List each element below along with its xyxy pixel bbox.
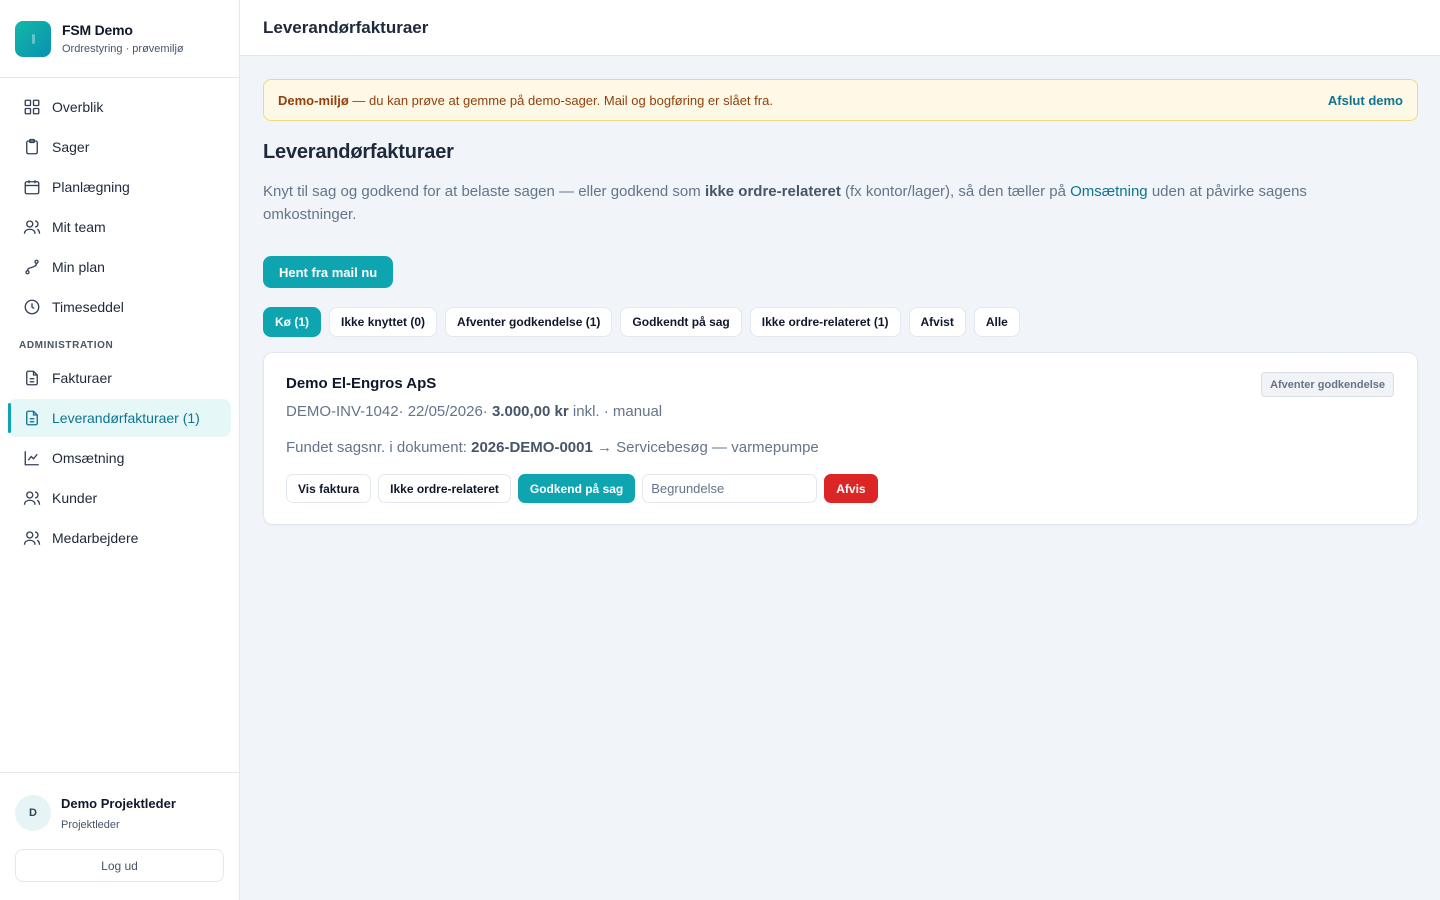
route-icon	[22, 257, 42, 277]
users-icon	[22, 217, 42, 237]
sidebar-item-label: Medarbejdere	[52, 530, 139, 546]
invoice-number: DEMO-INV-1042	[286, 403, 399, 420]
sidebar-item-label: Sager	[52, 139, 90, 155]
tab-all[interactable]: Alle	[973, 307, 1020, 337]
clipboard-icon	[22, 137, 42, 157]
page-title: Leverandørfakturaer	[263, 141, 454, 163]
tab-queue[interactable]: Kø (1)	[263, 307, 321, 337]
sidebar-item-leverandorfakturaer[interactable]: Leverandørfakturaer (1)	[8, 399, 231, 437]
tab-not-linked[interactable]: Ikke knyttet (0)	[329, 307, 438, 337]
invoice-actions: Vis faktura Ikke ordre-relateret Godkend…	[286, 474, 1395, 503]
omsaetning-link[interactable]: Omsætning	[1070, 183, 1148, 200]
file-text-icon	[22, 408, 42, 428]
tab-awaiting-approval[interactable]: Afventer godkendelse (1)	[445, 307, 613, 337]
demo-banner: Demo-miljø — du kan prøve at gemme på de…	[263, 79, 1418, 121]
logo-icon	[15, 20, 51, 57]
sidebar-item-overblik[interactable]: Overblik	[8, 88, 231, 126]
vendor-name: Demo El-Engros ApS	[286, 375, 437, 392]
invoice-amount: 3.000,00 kr	[491, 403, 569, 420]
sidebar-nav: Overblik Sager Planlægning Mit team Min …	[0, 78, 239, 557]
header-title: Leverandørfakturaer	[263, 17, 429, 37]
found-label: Fundet sagsnr. i dokument:	[286, 439, 472, 456]
sidebar-item-label: Leverandørfakturaer (1)	[52, 410, 200, 426]
user-name: Demo Projektleder	[61, 795, 176, 811]
tab-rejected[interactable]: Afvist	[908, 307, 966, 337]
banner-message: — du kan prøve at gemme på demo-sager. M…	[348, 92, 773, 108]
banner-text: Demo-miljø — du kan prøve at gemme på de…	[278, 93, 773, 108]
case-number: 2026-DEMO-0001	[471, 439, 593, 456]
user-role: Projektleder	[61, 818, 120, 831]
user-profile: D Demo Projektleder Projektleder	[15, 795, 224, 831]
sidebar: FSM Demo Ordrestyring · prøvemiljø Overb…	[0, 0, 240, 900]
sidebar-item-mit-team[interactable]: Mit team	[8, 208, 231, 246]
sidebar-item-sager[interactable]: Sager	[8, 128, 231, 166]
desc-bold: ikke ordre-relateret	[704, 183, 841, 200]
admin-heading: ADMINISTRATION	[19, 340, 114, 351]
sidebar-item-kunder[interactable]: Kunder	[8, 479, 231, 517]
end-demo-link[interactable]: Afslut demo	[1328, 93, 1403, 108]
invoice-meta: DEMO-INV-1042· 22/05/2026· 3.000,00 kr i…	[286, 403, 663, 420]
fetch-from-mail-button[interactable]: Hent fra mail nu	[263, 256, 394, 288]
approve-on-case-button[interactable]: Godkend på sag	[517, 474, 636, 503]
logout-button[interactable]: Log ud	[15, 849, 224, 882]
reason-input[interactable]	[642, 474, 818, 503]
invoice-amount-suffix: inkl.	[572, 403, 600, 420]
invoice-card: Demo El-Engros ApS Afventer godkendelse …	[263, 352, 1418, 525]
status-badge: Afventer godkendelse	[1261, 372, 1394, 397]
calendar-icon	[22, 177, 42, 197]
banner-strong: Demo-miljø	[278, 92, 349, 108]
filter-tabs: Kø (1) Ikke knyttet (0) Afventer godkend…	[263, 307, 1418, 337]
sidebar-item-fakturaer[interactable]: Fakturaer	[8, 359, 231, 397]
invoice-source: manual	[612, 403, 663, 420]
page-description: Knyt til sag og godkend for at belaste s…	[263, 180, 1393, 226]
desc-part-2: (fx kontor/lager), så den tæller på	[840, 183, 1071, 200]
sidebar-item-label: Planlægning	[52, 179, 130, 195]
sidebar-item-timeseddel[interactable]: Timeseddel	[8, 288, 231, 326]
sidebar-item-label: Min plan	[52, 259, 105, 275]
clock-icon	[22, 297, 42, 317]
sidebar-item-label: Overblik	[52, 99, 104, 115]
sidebar-item-label: Omsætning	[52, 450, 125, 466]
tab-not-order-related[interactable]: Ikke ordre-relateret (1)	[749, 307, 901, 337]
file-icon	[22, 368, 42, 388]
sidebar-item-planlaegning[interactable]: Planlægning	[8, 168, 231, 206]
reject-button[interactable]: Afvis	[824, 474, 878, 503]
users-icon	[22, 528, 42, 548]
grid-icon	[22, 97, 42, 117]
found-case: Fundet sagsnr. i dokument: 2026-DEMO-000…	[286, 439, 1395, 456]
sidebar-item-label: Mit team	[52, 219, 106, 235]
desc-part-1: Knyt til sag og godkend for at belaste s…	[263, 183, 705, 200]
case-description: → Servicebesøg — varmepumpe	[592, 439, 819, 456]
brand: FSM Demo Ordrestyring · prøvemiljø	[0, 0, 239, 78]
users-icon	[22, 488, 42, 508]
sidebar-item-omsaetning[interactable]: Omsætning	[8, 439, 231, 477]
avatar: D	[15, 795, 51, 831]
chart-line-icon	[22, 448, 42, 468]
invoice-date: 22/05/2026	[407, 403, 483, 420]
main-content: Demo-miljø — du kan prøve at gemme på de…	[263, 79, 1418, 525]
sidebar-footer: D Demo Projektleder Projektleder Log ud	[0, 772, 239, 900]
sidebar-item-label: Timeseddel	[52, 299, 124, 315]
sidebar-item-min-plan[interactable]: Min plan	[8, 248, 231, 286]
tab-approved-on-case[interactable]: Godkendt på sag	[620, 307, 742, 337]
sidebar-item-label: Fakturaer	[52, 370, 112, 386]
page-header: Leverandørfakturaer	[240, 0, 1440, 56]
brand-title: FSM Demo	[62, 22, 133, 38]
not-order-related-button[interactable]: Ikke ordre-relateret	[378, 474, 511, 503]
sidebar-item-medarbejdere[interactable]: Medarbejdere	[8, 519, 231, 557]
sidebar-item-label: Kunder	[52, 490, 98, 506]
brand-subtitle: Ordrestyring · prøvemiljø	[62, 43, 184, 55]
view-invoice-button[interactable]: Vis faktura	[286, 474, 372, 503]
